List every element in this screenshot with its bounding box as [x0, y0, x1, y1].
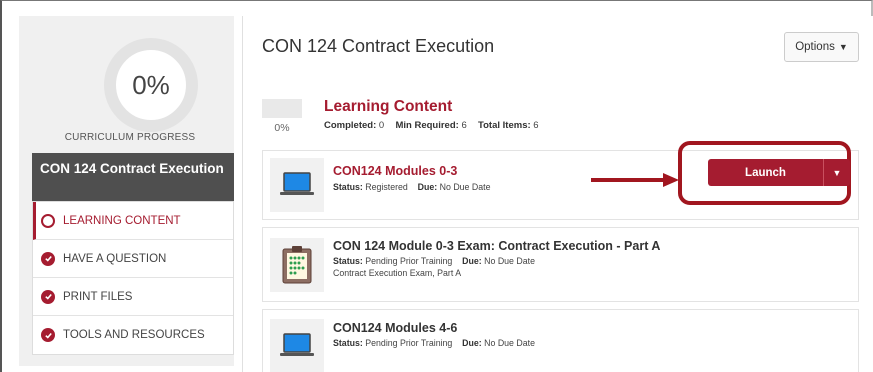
list-item: CON124 Modules 4-6 Status: Pending Prior…: [262, 309, 859, 372]
sidebar-item-label: LEARNING CONTENT: [63, 214, 181, 227]
options-button[interactable]: Options ▼: [784, 32, 859, 62]
total-items-value: 6: [533, 120, 539, 131]
item-title-link[interactable]: CON124 Modules 4-6: [333, 321, 457, 335]
check-circle-icon: [41, 251, 55, 266]
sidebar-item-print-files[interactable]: PRINT FILES: [33, 278, 233, 316]
due-label: Due:: [462, 338, 482, 348]
sidebar-item-label: TOOLS AND RESOURCES: [63, 329, 205, 341]
curriculum-progress-label: CURRICULUM PROGRESS: [64, 132, 196, 143]
circle-outline-icon: [41, 213, 55, 228]
status-value: Registered: [365, 182, 408, 192]
sidebar-item-learning-content[interactable]: LEARNING CONTENT: [33, 202, 233, 240]
clipboard-icon: [270, 238, 324, 292]
status-value: Pending Prior Training: [365, 338, 453, 348]
item-description: Contract Execution Exam, Part A: [333, 268, 462, 278]
item-meta: Status: Registered Due: No Due Date: [333, 182, 490, 192]
learning-content-title: Learning Content: [324, 98, 453, 115]
laptop-icon: [270, 319, 324, 372]
status-value: Pending Prior Training: [365, 256, 453, 266]
check-circle-icon: [41, 328, 55, 342]
launch-dropdown-toggle[interactable]: ▼: [823, 159, 850, 186]
learning-content-stats: Completed: 0 Min Required: 6 Total Items…: [324, 120, 539, 131]
learning-content-progress-bar: [262, 99, 302, 118]
sidebar-course-name: CON 124 Contract Execution: [32, 153, 234, 201]
completed-value: 0: [378, 120, 385, 131]
annotation-arrow-icon: [591, 173, 679, 187]
caret-down-icon: ▼: [832, 167, 842, 178]
min-required-label: Min Required:: [395, 120, 459, 131]
options-label: Options: [795, 41, 835, 53]
curriculum-progress-ring: 0%: [104, 38, 198, 132]
sidebar-item-tools-and-resources[interactable]: TOOLS AND RESOURCES: [33, 316, 233, 354]
caret-down-icon: ▼: [838, 42, 848, 52]
sidebar-item-label: HAVE A QUESTION: [63, 252, 167, 265]
list-item: CON 124 Module 0-3 Exam: Contract Execut…: [262, 227, 859, 302]
main-content: CON 124 Contract Execution Options ▼ 0% …: [242, 16, 873, 372]
curriculum-progress-value: 0%: [132, 69, 170, 100]
item-meta: Status: Pending Prior Training Due: No D…: [333, 338, 535, 348]
due-label: Due:: [417, 182, 438, 192]
completed-label: Completed:: [324, 120, 377, 131]
due-value: No Due Date: [484, 256, 535, 266]
launch-button: Launch ▼: [708, 159, 850, 186]
sidebar-menu: LEARNING CONTENT HAVE A QUESTION PRINT F…: [32, 201, 234, 355]
status-label: Status:: [333, 256, 363, 266]
due-value: No Due Date: [439, 182, 491, 192]
status-label: Status:: [333, 338, 363, 348]
check-circle-icon: [41, 289, 55, 304]
min-required-value: 6: [461, 120, 467, 131]
total-items-label: Total Items:: [478, 120, 531, 131]
sidebar-item-have-a-question[interactable]: HAVE A QUESTION: [33, 240, 233, 278]
learning-content-percent: 0%: [274, 122, 290, 134]
item-meta: Status: Pending Prior Training Due: No D…: [333, 256, 535, 266]
laptop-icon: [270, 158, 324, 212]
page-title: CON 124 Contract Execution: [262, 36, 495, 56]
launch-main-button[interactable]: Launch: [708, 159, 823, 186]
due-value: No Due Date: [484, 338, 535, 348]
due-label: Due:: [462, 256, 482, 266]
item-title-link[interactable]: CON124 Modules 0-3: [333, 164, 457, 178]
sidebar-item-label: PRINT FILES: [63, 290, 133, 303]
item-title-link[interactable]: CON 124 Module 0-3 Exam: Contract Execut…: [333, 239, 660, 253]
status-label: Status:: [333, 182, 363, 192]
